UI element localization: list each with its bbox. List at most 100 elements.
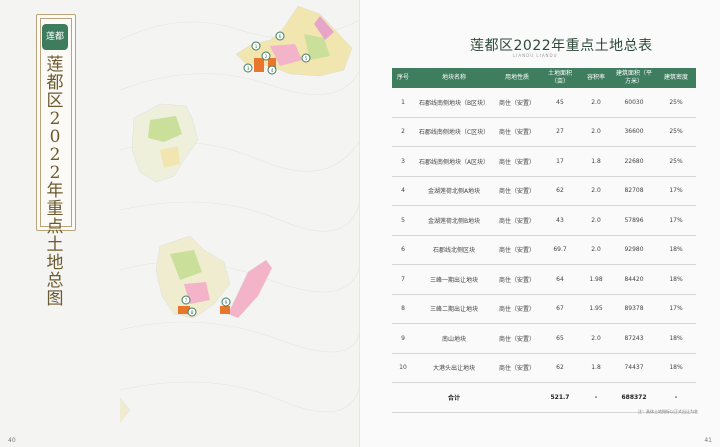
page-subtitle: LIANDU LIANDU [513,53,558,58]
table-cell: 18% [656,264,696,295]
table-row: 1 石郡线南侧地块（B区块） 商住（安置） 45 2.0 60030 25% [392,88,696,118]
total-cell: 688372 [612,382,656,413]
footnote: 注：具体土地指标以正式出让为准 [638,409,698,414]
total-cell: - [656,382,696,413]
table-cell: 74437 [612,353,656,383]
map-contour-lines [120,19,360,413]
table-cell: 4 [392,176,414,206]
total-cell [494,382,540,413]
table-cell: 商住（安置） [494,353,540,383]
col-header-index: 序号 [392,68,414,88]
left-page: 莲都 莲都区2022年重点土地总图 1 2 3 4 5 6 7 8 9 40 [0,0,360,447]
table-cell: 石郡线北侧区块 [414,235,494,265]
table-cell: 87243 [612,323,656,354]
table-cell: 商住（安置） [494,294,540,324]
table-cell: 67 [540,294,580,324]
table-row: 6 石郡线北侧区块 商住（安置） 69.7 2.0 92980 18% [392,235,696,265]
page-number-right: 41 [704,437,712,444]
table-row: 10 大港头出让地块 商住（安置） 62 1.8 74437 18% [392,353,696,383]
table-cell: 62 [540,176,580,206]
map-marker[interactable]: 8 [187,307,197,317]
map-marker[interactable]: 1 [251,41,261,51]
map-marker[interactable]: 2 [261,51,271,61]
table-cell: 石郡线南侧地块（C区块） [414,117,494,147]
map-marker[interactable]: 4 [267,65,277,75]
table-cell: 36600 [612,117,656,147]
col-header-name: 地块名称 [414,68,494,88]
table-cell: 25% [656,117,696,147]
table-cell: 2.0 [580,117,612,147]
table-cell: 商住（安置） [494,88,540,118]
table-cell: 60030 [612,88,656,118]
table-cell: 45 [540,88,580,118]
table-row: 3 石郡线南侧地块（A区块） 商住（安置） 17 1.8 22680 25% [392,146,696,177]
table-cell: 17% [656,205,696,236]
svg-text:6: 6 [279,34,282,40]
land-table: 序号 地块名称 用地性质 土地面积（亩） 容积率 建筑面积（平方米） 建筑密度 … [392,68,696,413]
table-cell: 三峰二期出让地块 [414,294,494,324]
table-cell: 2.0 [580,235,612,265]
table-cell: 64 [540,264,580,295]
map-marker[interactable]: 7 [181,295,191,305]
table-cell: 商住（安置） [494,205,540,236]
col-header-density: 建筑密度 [656,68,696,88]
table-cell: 18% [656,235,696,265]
map-region-west [131,103,199,183]
table-row: 4 金湖莲荷北侧A地块 商住（安置） 62 2.0 82708 17% [392,176,696,206]
table-cell: 石郡线南侧地块（B区块） [414,88,494,118]
table-cell: 84420 [612,264,656,295]
table-cell: 6 [392,235,414,265]
spread: 莲都 莲都区2022年重点土地总图 1 2 3 4 5 6 7 8 9 40 4… [0,0,720,447]
table-cell: 18% [656,323,696,354]
table-cell: 18% [656,353,696,383]
total-cell [392,382,414,413]
table-cell: 金湖莲荷北侧B地块 [414,205,494,236]
map-marker[interactable]: 9 [221,297,231,307]
map-marker[interactable]: 5 [301,53,311,63]
table-cell: 7 [392,264,414,295]
map-marker[interactable]: 3 [243,63,253,73]
table-cell: 南山地块 [414,323,494,354]
map-region-central [155,235,231,319]
table-cell: 8 [392,294,414,324]
table-row: 5 金湖莲荷北侧B地块 商住（安置） 43 2.0 57896 17% [392,205,696,236]
table-cell: 商住（安置） [494,117,540,147]
svg-text:9: 9 [225,300,228,306]
table-cell: 22680 [612,146,656,177]
table-cell: 石郡线南侧地块（A区块） [414,146,494,177]
col-header-usage: 用地性质 [494,68,540,88]
svg-text:8: 8 [191,310,194,316]
table-cell: 三峰一期出让地块 [414,264,494,295]
table-row: 7 三峰一期出让地块 商住（安置） 64 1.98 84420 18% [392,264,696,295]
table-cell: 17% [656,176,696,206]
page-title: 莲都区2022年重点土地总表 [470,38,653,54]
table-cell: 2.0 [580,88,612,118]
table-cell: 2.0 [580,323,612,354]
table-cell: 69.7 [540,235,580,265]
table-cell: 商住（安置） [494,264,540,295]
table-cell: 3 [392,146,414,177]
table-cell: 25% [656,88,696,118]
total-cell: 521.7 [540,382,580,413]
svg-text:1: 1 [255,44,258,50]
table-cell: 43 [540,205,580,236]
map-region-north [235,5,353,77]
table-cell: 1 [392,88,414,118]
total-cell: 合计 [414,382,494,413]
table-cell: 1.8 [580,146,612,177]
table-cell: 金湖莲荷北侧A地块 [414,176,494,206]
table-row: 9 南山地块 商住（安置） 65 2.0 87243 18% [392,323,696,354]
svg-text:4: 4 [271,68,274,74]
svg-text:2: 2 [265,54,268,60]
table-cell: 9 [392,323,414,354]
table-cell: 10 [392,353,414,383]
district-map: 12345678910 [120,5,360,423]
table-cell: 89378 [612,294,656,324]
map-marker[interactable]: 6 [275,31,285,41]
table-cell: 商住（安置） [494,323,540,354]
table-cell: 82708 [612,176,656,206]
table-row: 2 石郡线南侧地块（C区块） 商住（安置） 27 2.0 36600 25% [392,117,696,147]
table-cell: 1.8 [580,353,612,383]
table-header-row: 序号 地块名称 用地性质 土地面积（亩） 容积率 建筑面积（平方米） 建筑密度 [392,68,696,88]
map-region-south-main [120,397,131,423]
